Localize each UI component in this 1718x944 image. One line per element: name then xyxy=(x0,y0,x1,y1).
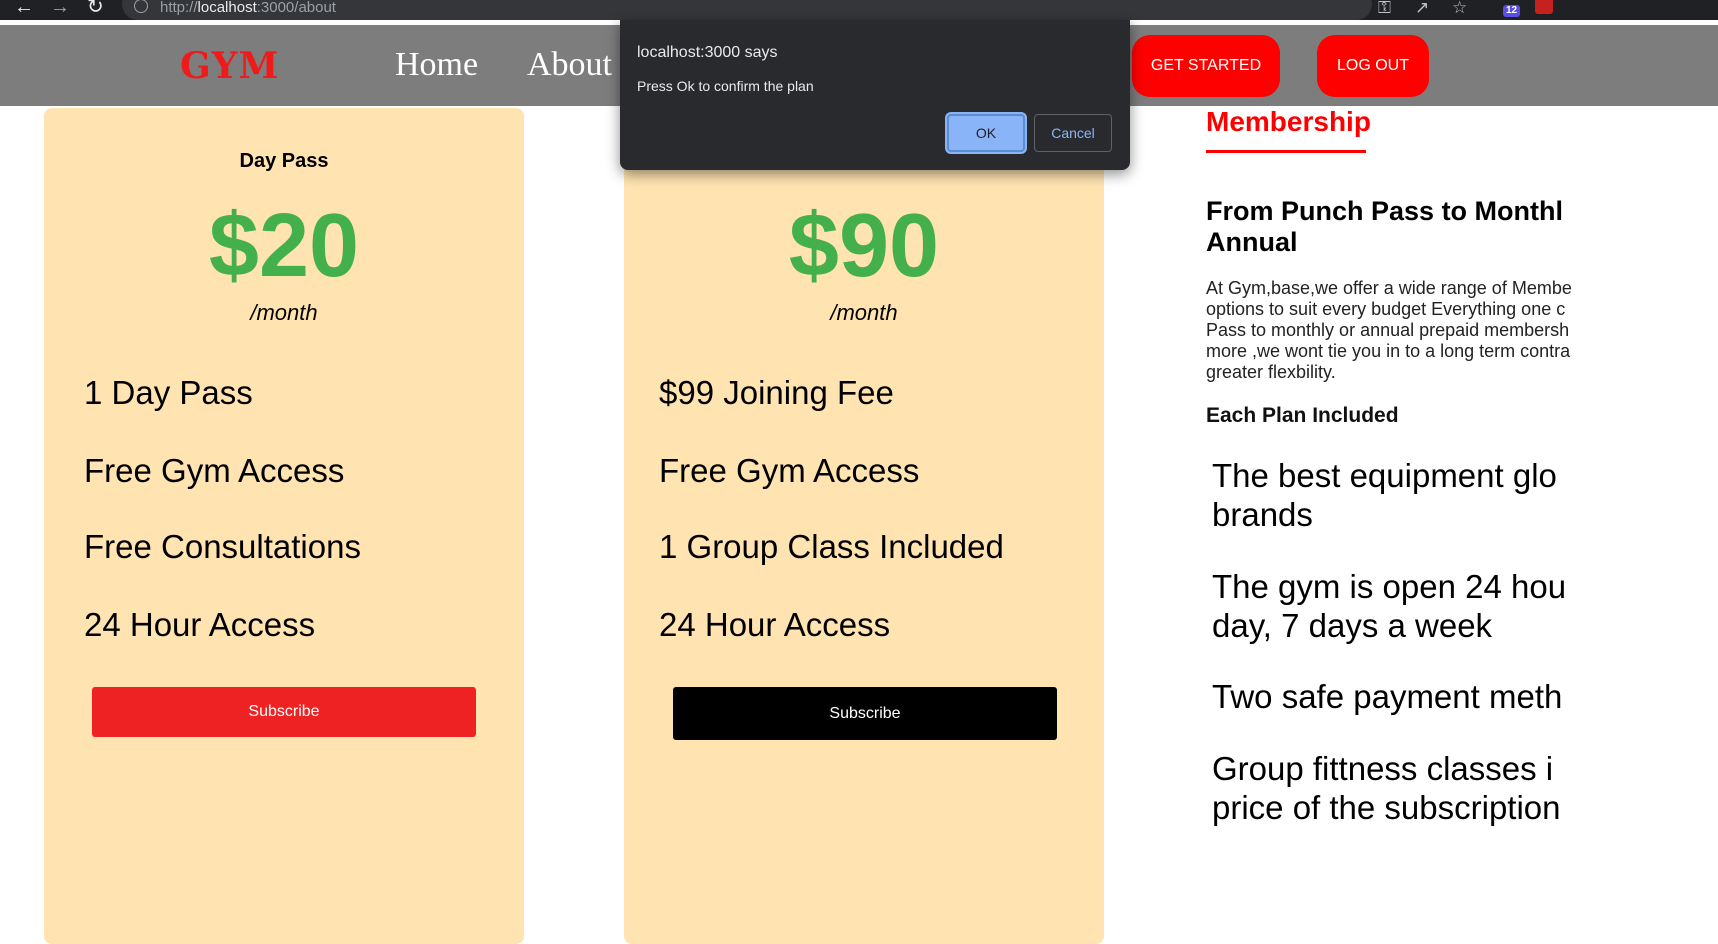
membership-title: Membership xyxy=(1206,106,1371,137)
heading-line: Annual xyxy=(1206,227,1298,257)
membership-heading: From Punch Pass to Monthl Annual xyxy=(1206,196,1718,258)
plan-price: $90 xyxy=(788,196,940,296)
membership-description: At Gym,base,we offer a wide range of Mem… xyxy=(1206,278,1572,383)
item-line: The best equipment glo xyxy=(1212,457,1557,494)
plan-card-day-pass: Day Pass $20 /month 1 Day Pass Free Gym … xyxy=(44,108,524,944)
plan-name: Day Pass xyxy=(239,150,329,172)
description-line: greater flexbility. xyxy=(1206,362,1336,382)
plan-includes-heading: Each Plan Included xyxy=(1206,404,1399,427)
nav-link-home[interactable]: Home xyxy=(395,46,478,84)
site-logo[interactable]: GYM xyxy=(180,45,279,87)
description-line: Pass to monthly or annual prepaid member… xyxy=(1206,320,1570,340)
plan-feature: 1 Day Pass xyxy=(84,374,253,411)
plan-price: $20 xyxy=(208,196,360,296)
plan-feature: $99 Joining Fee xyxy=(659,374,894,411)
plan-card-monthly: $90 /month $99 Joining Fee Free Gym Acce… xyxy=(624,108,1104,944)
dialog-message: Press Ok to confirm the plan xyxy=(637,78,814,94)
star-icon[interactable]: ☆ xyxy=(1452,0,1467,18)
description-line: At Gym,base,we offer a wide range of Mem… xyxy=(1206,278,1572,298)
back-icon[interactable]: ← xyxy=(14,0,34,17)
extension-badge[interactable]: 12 xyxy=(1503,5,1521,17)
item-line: price of the subscription xyxy=(1212,789,1561,826)
item-line: Two safe payment meth xyxy=(1212,678,1563,715)
item-line: Group fittness classes i xyxy=(1212,750,1554,787)
key-icon[interactable]: ⚿ xyxy=(1378,0,1391,18)
get-started-button[interactable]: GET STARTED xyxy=(1132,35,1280,97)
subscribe-button[interactable]: Subscribe xyxy=(92,687,476,737)
title-underline xyxy=(1206,150,1366,153)
confirm-dialog: localhost:3000 says Press Ok to confirm … xyxy=(620,20,1130,170)
extension-icon[interactable] xyxy=(1535,0,1553,14)
included-item: Two safe payment meth xyxy=(1212,677,1562,716)
address-bar[interactable]: http://localhost:3000/about xyxy=(122,0,1372,20)
included-item: The best equipment glo brands xyxy=(1212,456,1557,534)
heading-line: From Punch Pass to Monthl xyxy=(1206,196,1564,226)
log-out-button[interactable]: LOG OUT xyxy=(1317,35,1429,97)
url-text[interactable]: http://localhost:3000/about xyxy=(160,0,336,16)
item-line: brands xyxy=(1212,496,1313,533)
reload-icon[interactable]: ↻ xyxy=(87,0,104,17)
subscribe-button[interactable]: Subscribe xyxy=(673,687,1057,740)
description-line: more ,we wont tie you in to a long term … xyxy=(1206,341,1571,361)
plan-feature: 1 Group Class Included xyxy=(659,528,1004,565)
plan-feature: 24 Hour Access xyxy=(84,606,316,643)
forward-icon[interactable]: → xyxy=(50,0,70,17)
ok-button[interactable]: OK xyxy=(947,114,1025,152)
plan-feature: Free Consultations xyxy=(84,528,361,565)
included-item: The gym is open 24 hou day, 7 days a wee… xyxy=(1212,567,1566,645)
plan-period: /month xyxy=(250,300,318,325)
cancel-button[interactable]: Cancel xyxy=(1034,114,1112,152)
plan-feature: Free Gym Access xyxy=(659,452,920,489)
plan-feature: Free Gym Access xyxy=(84,452,345,489)
included-item: Group fittness classes i price of the su… xyxy=(1212,749,1561,827)
plan-feature: 24 Hour Access xyxy=(659,606,891,643)
share-icon[interactable]: ↗ xyxy=(1415,0,1429,18)
nav-link-about[interactable]: About xyxy=(527,46,612,84)
dialog-title: localhost:3000 says xyxy=(637,44,778,61)
plan-period: /month xyxy=(830,300,898,325)
browser-toolbar: ← → ↻ http://localhost:3000/about ⚿ ↗ ☆ … xyxy=(0,0,1718,20)
description-line: options to suit every budget Everything … xyxy=(1206,299,1566,319)
item-line: The gym is open 24 hou xyxy=(1212,568,1567,605)
site-info-icon[interactable] xyxy=(134,0,148,13)
item-line: day, 7 days a week xyxy=(1212,607,1493,644)
